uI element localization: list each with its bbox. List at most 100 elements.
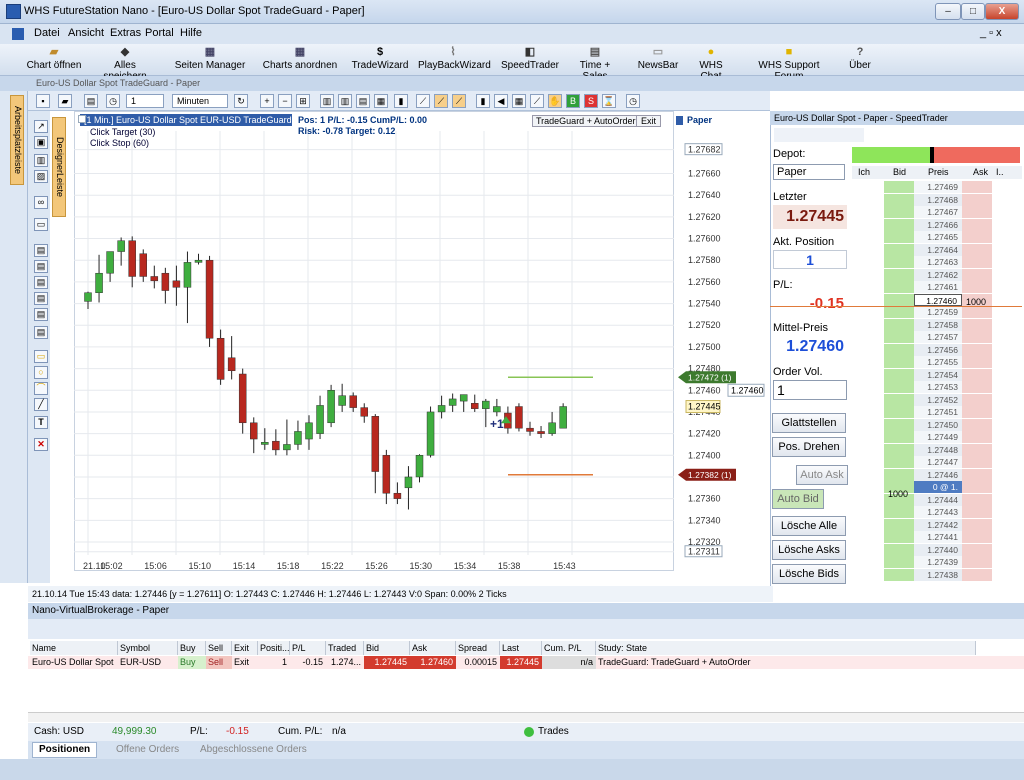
ladder-row[interactable]: 1.27466 <box>852 218 1022 231</box>
ladder-ask-cell[interactable] <box>962 506 992 518</box>
order-vol-input[interactable]: 1 <box>773 380 847 400</box>
charts-anordnen-button[interactable]: ▦ Charts anordnen <box>262 46 338 74</box>
clock-icon[interactable]: ◷ <box>106 94 120 108</box>
ladder-bid-cell[interactable] <box>884 343 914 356</box>
zoom-in-icon[interactable]: + <box>260 94 274 108</box>
ladder-row[interactable]: 1.27461 <box>852 281 1022 293</box>
table-cell[interactable]: Sell <box>206 656 232 669</box>
text-tool-icon[interactable]: T <box>34 416 48 429</box>
interval-value-input[interactable]: 1 <box>126 94 164 108</box>
whs-chat-button[interactable]: ●WHS Chat <box>688 46 734 82</box>
mode-1-icon[interactable]: ⟋ <box>434 94 448 108</box>
column-header[interactable]: Last <box>500 641 542 655</box>
tg-icon[interactable]: ⟋ <box>530 94 544 108</box>
ladder-price-cell[interactable]: 1.27438 <box>914 568 962 581</box>
hand-icon[interactable]: ✋ <box>548 94 562 108</box>
ladder-bid-cell[interactable] <box>884 181 914 193</box>
ladder-price-cell[interactable]: 1.27468 <box>914 193 962 206</box>
ladder-price-cell[interactable]: 1.27454 <box>914 368 962 381</box>
depot-select[interactable]: Paper <box>773 164 845 180</box>
draw-tool-11-icon[interactable]: ▤ <box>34 308 48 321</box>
ladder-bid-cell[interactable] <box>884 543 914 556</box>
seiten-manager-button[interactable]: ▦ Seiten Manager <box>172 46 248 74</box>
ladder-ask-cell[interactable] <box>962 256 992 268</box>
ladder-row[interactable]: 1.27449 <box>852 431 1022 443</box>
bar-type-icon[interactable]: ▦ <box>374 94 388 108</box>
horizontal-scrollbar[interactable] <box>28 712 1024 722</box>
ladder-ask-cell[interactable] <box>962 343 992 356</box>
ladder-ask-cell[interactable] <box>962 268 992 281</box>
draw-tool-8-icon[interactable]: ▤ <box>34 260 48 273</box>
speedtrader-button[interactable]: ◧ SpeedTrader <box>500 46 560 74</box>
column-header[interactable]: Positi... <box>258 641 290 655</box>
ladder-ask-cell[interactable] <box>962 331 992 343</box>
ladder-bid-cell[interactable] <box>884 231 914 243</box>
ladder-bid-cell[interactable] <box>884 406 914 418</box>
ladder-price-cell[interactable]: 1.27459 <box>914 306 962 318</box>
ladder-price-cell[interactable]: 1.27466 <box>914 218 962 231</box>
ladder-ask-cell[interactable] <box>962 443 992 456</box>
ladder-row[interactable]: 1.27440 <box>852 543 1022 556</box>
ladder-ask-cell[interactable] <box>962 518 992 531</box>
sell-icon[interactable]: S <box>584 94 598 108</box>
ladder-price-cell[interactable]: 1.27465 <box>914 231 962 243</box>
ladder-bid-cell[interactable] <box>884 418 914 431</box>
ladder-price-cell[interactable]: 1.27448 <box>914 443 962 456</box>
ladder-bid-cell[interactable] <box>884 293 914 306</box>
hourglass-icon[interactable]: ⌛ <box>602 94 616 108</box>
ladder-bid-cell[interactable] <box>884 193 914 206</box>
tab-offene-orders[interactable]: Offene Orders <box>116 741 179 759</box>
ladder-row[interactable]: 1.27450 <box>852 418 1022 431</box>
column-header[interactable]: Exit <box>232 641 258 655</box>
menu-portal[interactable]: Portal <box>145 27 174 39</box>
ladder-ask-cell[interactable] <box>962 543 992 556</box>
ladder-price-cell[interactable]: 1.27460 <box>914 293 962 306</box>
ladder-bid-cell[interactable] <box>884 393 914 406</box>
ladder-price-cell[interactable]: 0 @ 1. <box>914 481 962 493</box>
ladder-row[interactable]: 1.27441 <box>852 531 1022 543</box>
column-header[interactable]: Traded <box>326 641 364 655</box>
column-header[interactable]: Name <box>30 641 118 655</box>
refresh-icon[interactable]: ↻ <box>234 94 248 108</box>
ladder-row[interactable]: 1.27447 <box>852 456 1022 468</box>
ladder-row[interactable]: 1.27452 <box>852 393 1022 406</box>
ladder-price-cell[interactable]: 1.27457 <box>914 331 962 343</box>
ladder-ask-cell[interactable] <box>962 406 992 418</box>
ladder-ask-cell[interactable] <box>962 418 992 431</box>
pos-drehen-button[interactable]: Pos. Drehen <box>772 437 846 457</box>
close-button[interactable]: X <box>985 3 1019 20</box>
trade-icon[interactable]: ▦ <box>512 94 526 108</box>
column-header[interactable]: P/L <box>290 641 326 655</box>
ladder-row[interactable]: 1.27446 <box>852 468 1022 481</box>
column-header[interactable]: Spread <box>456 641 500 655</box>
ladder-price-cell[interactable]: 1.27446 <box>914 468 962 481</box>
column-header[interactable]: Study: State <box>596 641 976 655</box>
ladder-price-cell[interactable]: 1.27451 <box>914 406 962 418</box>
marker-icon[interactable]: ◀ <box>494 94 508 108</box>
ladder-row[interactable]: 1.27463 <box>852 256 1022 268</box>
draw-tool-12-icon[interactable]: ▤ <box>34 326 48 339</box>
ladder-bid-cell[interactable] <box>884 243 914 256</box>
ladder-bid-cell[interactable] <box>884 218 914 231</box>
ladder-price-cell[interactable]: 1.27455 <box>914 356 962 368</box>
ladder-price-cell[interactable]: 1.27464 <box>914 243 962 256</box>
exit-button[interactable]: Exit <box>636 115 662 127</box>
indicator-icon[interactable]: ▥ <box>320 94 334 108</box>
ladder-ask-cell[interactable] <box>962 218 992 231</box>
ladder-ask-cell[interactable] <box>962 493 992 506</box>
maximize-button[interactable]: □ <box>961 3 985 20</box>
ladder-ask-cell[interactable] <box>962 431 992 443</box>
ladder-ask-cell[interactable] <box>962 181 992 193</box>
ladder-bid-cell[interactable] <box>884 468 914 481</box>
draw-tool-5-icon[interactable]: ∞ <box>34 196 48 209</box>
clock-2-icon[interactable]: ◷ <box>626 94 640 108</box>
table-cell[interactable]: Exit <box>232 656 258 669</box>
ladder-bid-cell[interactable] <box>884 431 914 443</box>
study-icon[interactable]: ▥ <box>338 94 352 108</box>
alles-speichern-button[interactable]: ◆Alles speichern <box>92 46 158 82</box>
ladder-price-cell[interactable]: 1.27450 <box>914 418 962 431</box>
column-header[interactable]: Ask <box>410 641 456 655</box>
ladder-row[interactable]: 1.27438 <box>852 568 1022 581</box>
ladder-row[interactable]: 1.27467 <box>852 206 1022 218</box>
loesche-asks-button[interactable]: Lösche Asks <box>772 540 846 560</box>
